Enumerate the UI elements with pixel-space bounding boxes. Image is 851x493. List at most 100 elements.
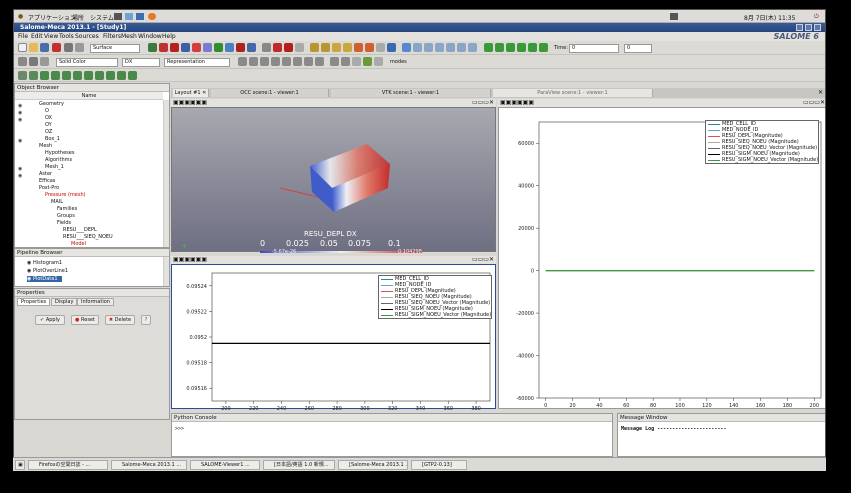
- pv-icon-4[interactable]: [192, 43, 201, 52]
- pv-icon-10[interactable]: [262, 43, 271, 52]
- show-desktop-button[interactable]: ▣: [15, 460, 25, 470]
- toggle-color-legend-icon[interactable]: [18, 57, 27, 66]
- pv-icon-7[interactable]: [225, 43, 234, 52]
- pv-tool-13[interactable]: [374, 57, 383, 66]
- pv-icon-16[interactable]: [332, 43, 341, 52]
- pv-tool-9[interactable]: [330, 57, 339, 66]
- camera-icon-5[interactable]: [446, 43, 455, 52]
- camera-icon-2[interactable]: [413, 43, 422, 52]
- menu-sources[interactable]: Sources: [75, 33, 99, 40]
- system-menu[interactable]: システム: [90, 13, 114, 22]
- pv-icon-2[interactable]: [170, 43, 179, 52]
- open-icon[interactable]: [29, 43, 38, 52]
- pv-icon-9[interactable]: [247, 43, 256, 52]
- pv-tool-11[interactable]: [352, 57, 361, 66]
- warp-filter-icon[interactable]: [106, 71, 115, 80]
- last-frame-icon[interactable]: [528, 43, 537, 52]
- reset-range-icon[interactable]: [40, 57, 49, 66]
- time-index-spinbox[interactable]: 0: [624, 44, 652, 53]
- chart2-view[interactable]: 60000 40000 20000 0 -20000 -40000 -60000 0 20 40 6…: [498, 107, 825, 409]
- reset-button[interactable]: ● Reset: [71, 315, 99, 325]
- camera-icon-3[interactable]: [424, 43, 433, 52]
- pv-icon-17[interactable]: [343, 43, 352, 52]
- tree-item-pressure[interactable]: Pressure (mesh): [45, 192, 86, 198]
- pipeline-scrollbar[interactable]: [163, 257, 169, 286]
- clip-filter-icon[interactable]: [40, 71, 49, 80]
- keyboard-icon[interactable]: [670, 13, 678, 20]
- save-icon[interactable]: [40, 43, 49, 52]
- contour-filter-icon[interactable]: [29, 71, 38, 80]
- chart1-tool-icons[interactable]: ▣▣▣▣▣▣: [173, 256, 207, 263]
- taskbar-item-firefox[interactable]: Firefoxの空間日誌 - ...: [28, 460, 108, 470]
- pv-icon-8[interactable]: [236, 43, 245, 52]
- name-column-header[interactable]: Name: [15, 92, 163, 100]
- pv-icon-1[interactable]: [159, 43, 168, 52]
- power-icon[interactable]: ⏻: [814, 13, 819, 21]
- menu-filters[interactable]: Filters: [103, 33, 121, 40]
- taskbar-item-editor[interactable]: [日本語/英語 1.0 新規...: [263, 460, 335, 470]
- extract-subset-filter-icon[interactable]: [73, 71, 82, 80]
- chart1-view[interactable]: 0.09524 0.09522 0.0952 0.09518 0.09516 200 220…: [171, 264, 496, 410]
- reader-icon[interactable]: [148, 43, 157, 52]
- pv-tool-2[interactable]: [249, 57, 258, 66]
- window-titlebar[interactable]: Salome-Meca 2013.1 - [Study1]: [14, 23, 825, 32]
- tab-information[interactable]: Information: [77, 298, 114, 306]
- pv-icon-15[interactable]: [321, 43, 330, 52]
- menu-edit[interactable]: Edit: [31, 33, 43, 40]
- pv-icon-3[interactable]: [181, 43, 190, 52]
- camera-icon-7[interactable]: [468, 43, 477, 52]
- tree-item-oy[interactable]: OY: [45, 122, 52, 128]
- copy-icon[interactable]: [64, 43, 73, 52]
- edit-color-map-icon[interactable]: [29, 57, 38, 66]
- help-button[interactable]: ?: [141, 315, 151, 325]
- terminal-icon[interactable]: [114, 13, 122, 20]
- menu-window[interactable]: Window: [138, 33, 162, 40]
- tree-item-efficas[interactable]: Efficas: [39, 178, 55, 184]
- tree-item-geometry[interactable]: Geometry: [39, 101, 64, 107]
- chart1-window-icons[interactable]: ▭▭▭✕: [472, 256, 494, 263]
- render-view-window-icons[interactable]: ▭▭▭✕: [472, 99, 494, 106]
- tree-item-resu-depl[interactable]: RESU___DEPL: [63, 227, 97, 233]
- play-icon[interactable]: [506, 43, 515, 52]
- pv-tool-5[interactable]: [282, 57, 291, 66]
- view-tab-vtk[interactable]: VTK scene:1 - viewer:1: [331, 89, 491, 97]
- menu-tools[interactable]: Tools: [59, 33, 74, 40]
- apply-button[interactable]: ✔ Apply: [35, 315, 65, 325]
- time-value-field[interactable]: 0: [569, 44, 619, 53]
- first-frame-icon[interactable]: [484, 43, 493, 52]
- maximize-button[interactable]: [805, 24, 812, 31]
- pipeline-item-histogram[interactable]: ◉ Histogram1: [27, 260, 62, 266]
- pv-tool-4[interactable]: [271, 57, 280, 66]
- view-tab-layout1[interactable]: Layout #1 ✕: [173, 89, 209, 97]
- apps-menu[interactable]: アプリケーション: [28, 13, 76, 22]
- new-icon[interactable]: [18, 43, 27, 52]
- extract-level-filter-icon[interactable]: [128, 71, 137, 80]
- slice-filter-icon[interactable]: [51, 71, 60, 80]
- undo-icon[interactable]: [354, 43, 363, 52]
- pipeline-item-plotdata-selected[interactable]: ◉ PlotData1: [27, 276, 62, 282]
- render-view-tool-icons[interactable]: ▣▣▣▣▣▣: [173, 99, 207, 106]
- tree-item-mesh[interactable]: Mesh: [39, 143, 52, 149]
- mail-icon[interactable]: [125, 13, 133, 20]
- menu-view[interactable]: View: [44, 33, 58, 40]
- group-filter-icon[interactable]: [117, 71, 126, 80]
- whats-this-icon[interactable]: [387, 43, 396, 52]
- loop-icon[interactable]: [539, 43, 548, 52]
- pv-icon-14[interactable]: [310, 43, 319, 52]
- tree-item-families[interactable]: Families: [57, 206, 77, 212]
- camera-icon-4[interactable]: [435, 43, 444, 52]
- delete-button[interactable]: ✖ Delete: [105, 315, 135, 325]
- close-button[interactable]: [814, 24, 821, 31]
- next-frame-icon[interactable]: [517, 43, 526, 52]
- redo-icon[interactable]: [365, 43, 374, 52]
- pipeline-item-plotoverline[interactable]: ◉ PlotOverLine1: [27, 268, 68, 274]
- paste-icon[interactable]: [75, 43, 84, 52]
- places-menu[interactable]: 場所: [72, 13, 84, 22]
- taskbar-item-salome2[interactable]: [Salome-Meca 2013.1 ...: [338, 460, 408, 470]
- object-browser-scrollbar[interactable]: [163, 100, 169, 247]
- tree-item-resu-sieq[interactable]: RESU___SIEQ_NOEU: [63, 234, 113, 240]
- eye-icons-column[interactable]: ◉ ◉ ◉ ◉ ◉ ◉: [18, 103, 22, 180]
- pv-icon-18[interactable]: [376, 43, 385, 52]
- menu-mesh[interactable]: Mesh: [121, 33, 137, 40]
- pv-tool-10[interactable]: [341, 57, 350, 66]
